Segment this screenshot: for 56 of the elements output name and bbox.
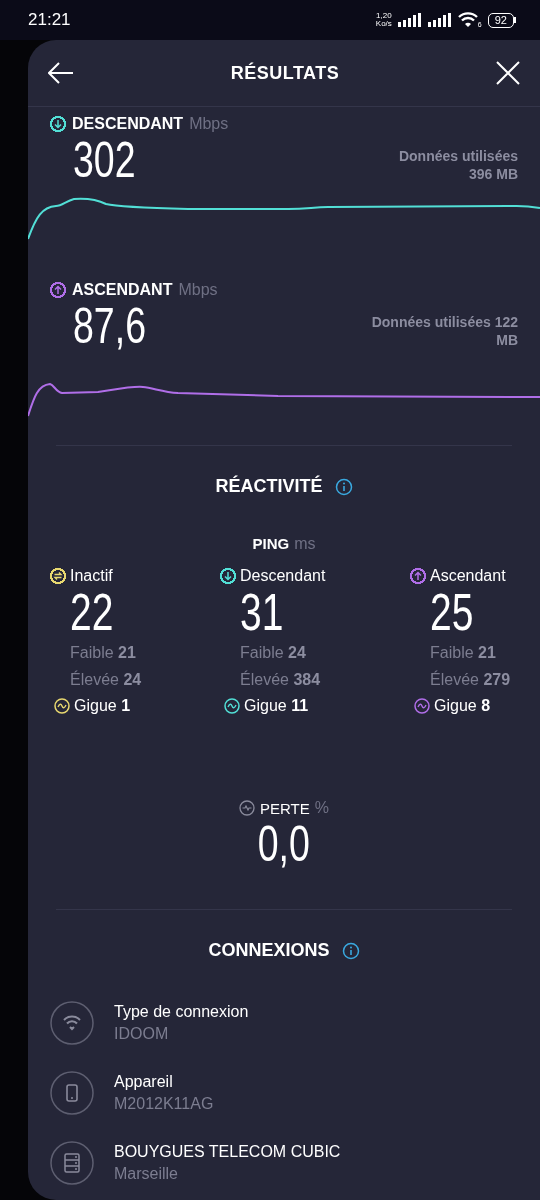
info-icon[interactable] [334, 477, 353, 496]
speed-value: 302 [73, 133, 136, 187]
signal-icon [397, 13, 422, 27]
packet-loss-icon [239, 800, 255, 816]
connection-value: M2012K11AG [114, 1094, 214, 1114]
data-used-text: Données utilisées [398, 147, 518, 165]
speed-unit: Mbps [189, 115, 229, 133]
jitter-text: Gigue 8 [434, 697, 491, 715]
loss-value: 0,0 [257, 817, 311, 871]
ping-high-text: Élevée 279 [430, 669, 512, 690]
connection-title: Appareil [114, 1072, 174, 1092]
ping-label: PING [252, 535, 290, 553]
jitter-icon [54, 698, 70, 714]
connection-value: IDOOM [114, 1024, 170, 1044]
connection-value: Marseille [114, 1164, 179, 1184]
ping-value: 22 [70, 585, 114, 639]
ping-high-text: Élevée 24 [70, 669, 143, 690]
jitter-icon [414, 698, 430, 714]
data-used-text: Données utilisées 122 [371, 313, 518, 331]
wifi-icon [457, 12, 478, 28]
connection-title: Type de connexion [114, 1002, 249, 1022]
ping-low-text: Faible 24 [240, 643, 307, 663]
loss-unit: % [314, 799, 329, 817]
ping-type-label: Ascendant [430, 567, 506, 585]
ping-type-label: Inactif [70, 567, 113, 585]
ping-value: 31 [240, 585, 284, 639]
signal-icon [427, 13, 452, 27]
section-title: RÉACTIVITÉ [215, 476, 323, 497]
info-icon[interactable] [341, 941, 360, 960]
ping-value: 25 [430, 585, 474, 639]
data-used-text: 396 MB [468, 165, 518, 183]
data-used-text: MB [496, 331, 518, 349]
ping-low-text: Faible 21 [70, 643, 137, 663]
speed-value: 87,6 [73, 299, 146, 353]
wifi-icon [50, 1001, 94, 1045]
network-speed-unit: Ko/s [375, 20, 392, 28]
close-icon[interactable] [496, 61, 520, 85]
clock-time: 21:21 [28, 10, 71, 30]
ping-high-text: Élevée 384 [240, 669, 322, 690]
screen-title: RÉSULTATS [230, 62, 340, 84]
phone-icon [50, 1071, 94, 1115]
jitter-text: Gigue 1 [74, 697, 131, 715]
speed-unit: Mbps [178, 281, 218, 299]
ping-unit: ms [294, 535, 316, 553]
jitter-text: Gigue 11 [244, 697, 309, 715]
server-icon [50, 1141, 94, 1185]
speed-label: ASCENDANT [72, 281, 173, 299]
connection-title: BOUYGUES TELECOM CUBIC [114, 1142, 341, 1162]
section-title: CONNEXIONS [208, 940, 330, 961]
speed-label: DESCENDANT [72, 115, 184, 133]
ping-low-text: Faible 21 [430, 643, 497, 663]
network-speed: 1,20 [376, 12, 392, 20]
jitter-icon [224, 698, 240, 714]
loss-label: PERTE [260, 799, 310, 817]
ping-type-label: Descendant [240, 567, 326, 585]
back-arrow-icon[interactable] [48, 62, 74, 84]
